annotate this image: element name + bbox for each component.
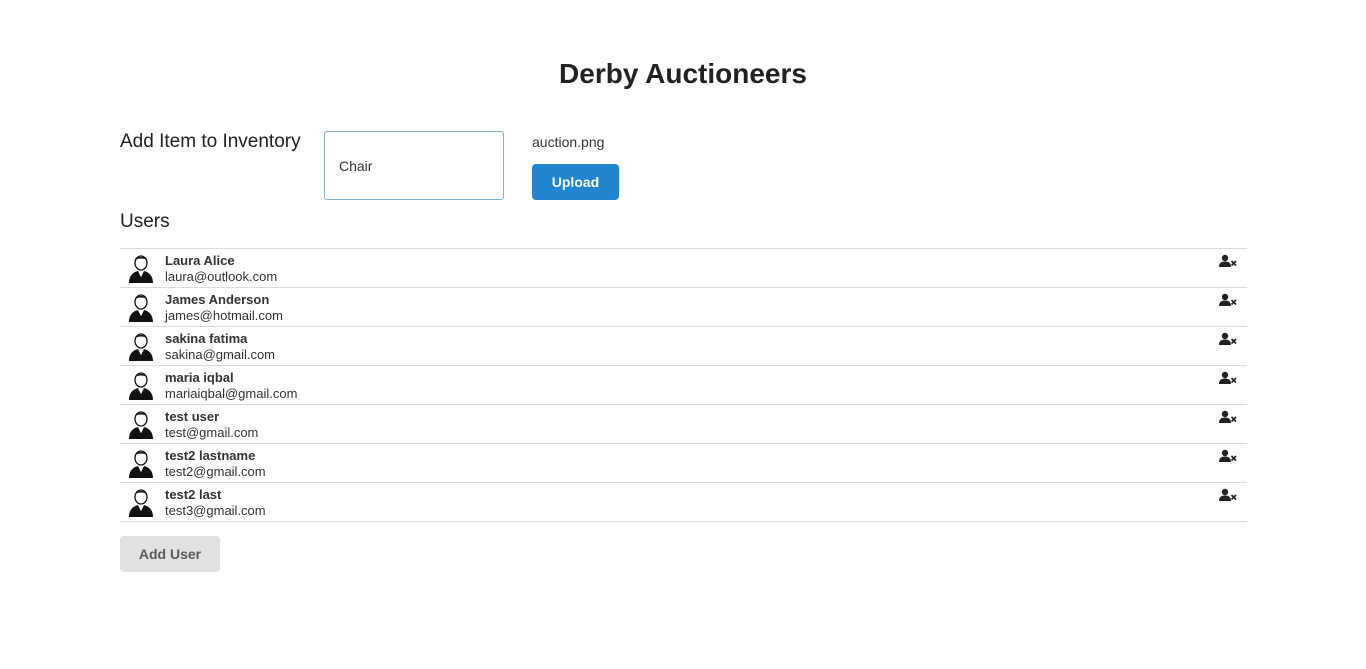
user-email: mariaiqbal@gmail.com xyxy=(165,386,298,401)
user-name: sakina fatima xyxy=(165,331,248,346)
user-email: test3@gmail.com xyxy=(165,503,266,518)
user-name: maria iqbal xyxy=(165,370,234,385)
page: Derby Auctioneers Add Item to Inventory … xyxy=(0,0,1366,669)
upload-button[interactable]: Upload xyxy=(532,164,619,200)
user-avatar-icon xyxy=(129,372,153,400)
remove-user-icon[interactable] xyxy=(1219,332,1237,346)
item-name-input[interactable] xyxy=(324,131,504,200)
add-user-button[interactable]: Add User xyxy=(120,536,220,572)
user-name: James Anderson xyxy=(165,292,270,307)
user-email: test@gmail.com xyxy=(165,425,259,440)
user-avatar-icon xyxy=(129,294,153,322)
user-avatar-icon xyxy=(129,450,153,478)
user-row: test user test@gmail.com xyxy=(120,405,1247,444)
user-email: james@hotmail.com xyxy=(165,308,283,323)
remove-user-icon[interactable] xyxy=(1219,449,1237,463)
user-row: Laura Alice laura@outlook.com xyxy=(120,249,1247,288)
user-name: test2 last xyxy=(165,487,222,502)
user-email: test2@gmail.com xyxy=(165,464,266,479)
users-heading: Users xyxy=(120,211,170,232)
remove-user-icon[interactable] xyxy=(1219,488,1237,502)
user-avatar-icon xyxy=(129,411,153,439)
user-row: sakina fatima sakina@gmail.com xyxy=(120,327,1247,366)
user-email: laura@outlook.com xyxy=(165,269,278,284)
remove-user-icon[interactable] xyxy=(1219,293,1237,307)
user-name: Laura Alice xyxy=(165,253,235,268)
inventory-heading: Add Item to Inventory xyxy=(120,131,301,152)
selected-file-name: auction.png xyxy=(532,134,605,150)
user-row: test2 last test3@gmail.com xyxy=(120,483,1247,522)
user-email: sakina@gmail.com xyxy=(165,347,276,362)
page-title: Derby Auctioneers xyxy=(559,58,807,89)
remove-user-icon[interactable] xyxy=(1219,410,1237,424)
user-name: test user xyxy=(165,409,220,424)
user-avatar-icon xyxy=(129,489,153,517)
user-name: test2 lastname xyxy=(165,448,256,463)
user-row: James Anderson james@hotmail.com xyxy=(120,288,1247,327)
remove-user-icon[interactable] xyxy=(1219,371,1237,385)
user-row: maria iqbal mariaiqbal@gmail.com xyxy=(120,366,1247,405)
user-avatar-icon xyxy=(129,333,153,361)
user-avatar-icon xyxy=(129,255,153,283)
user-row: test2 lastname test2@gmail.com xyxy=(120,444,1247,483)
user-list: Laura Alice laura@outlook.com James Ande… xyxy=(120,248,1247,522)
remove-user-icon[interactable] xyxy=(1219,254,1237,268)
